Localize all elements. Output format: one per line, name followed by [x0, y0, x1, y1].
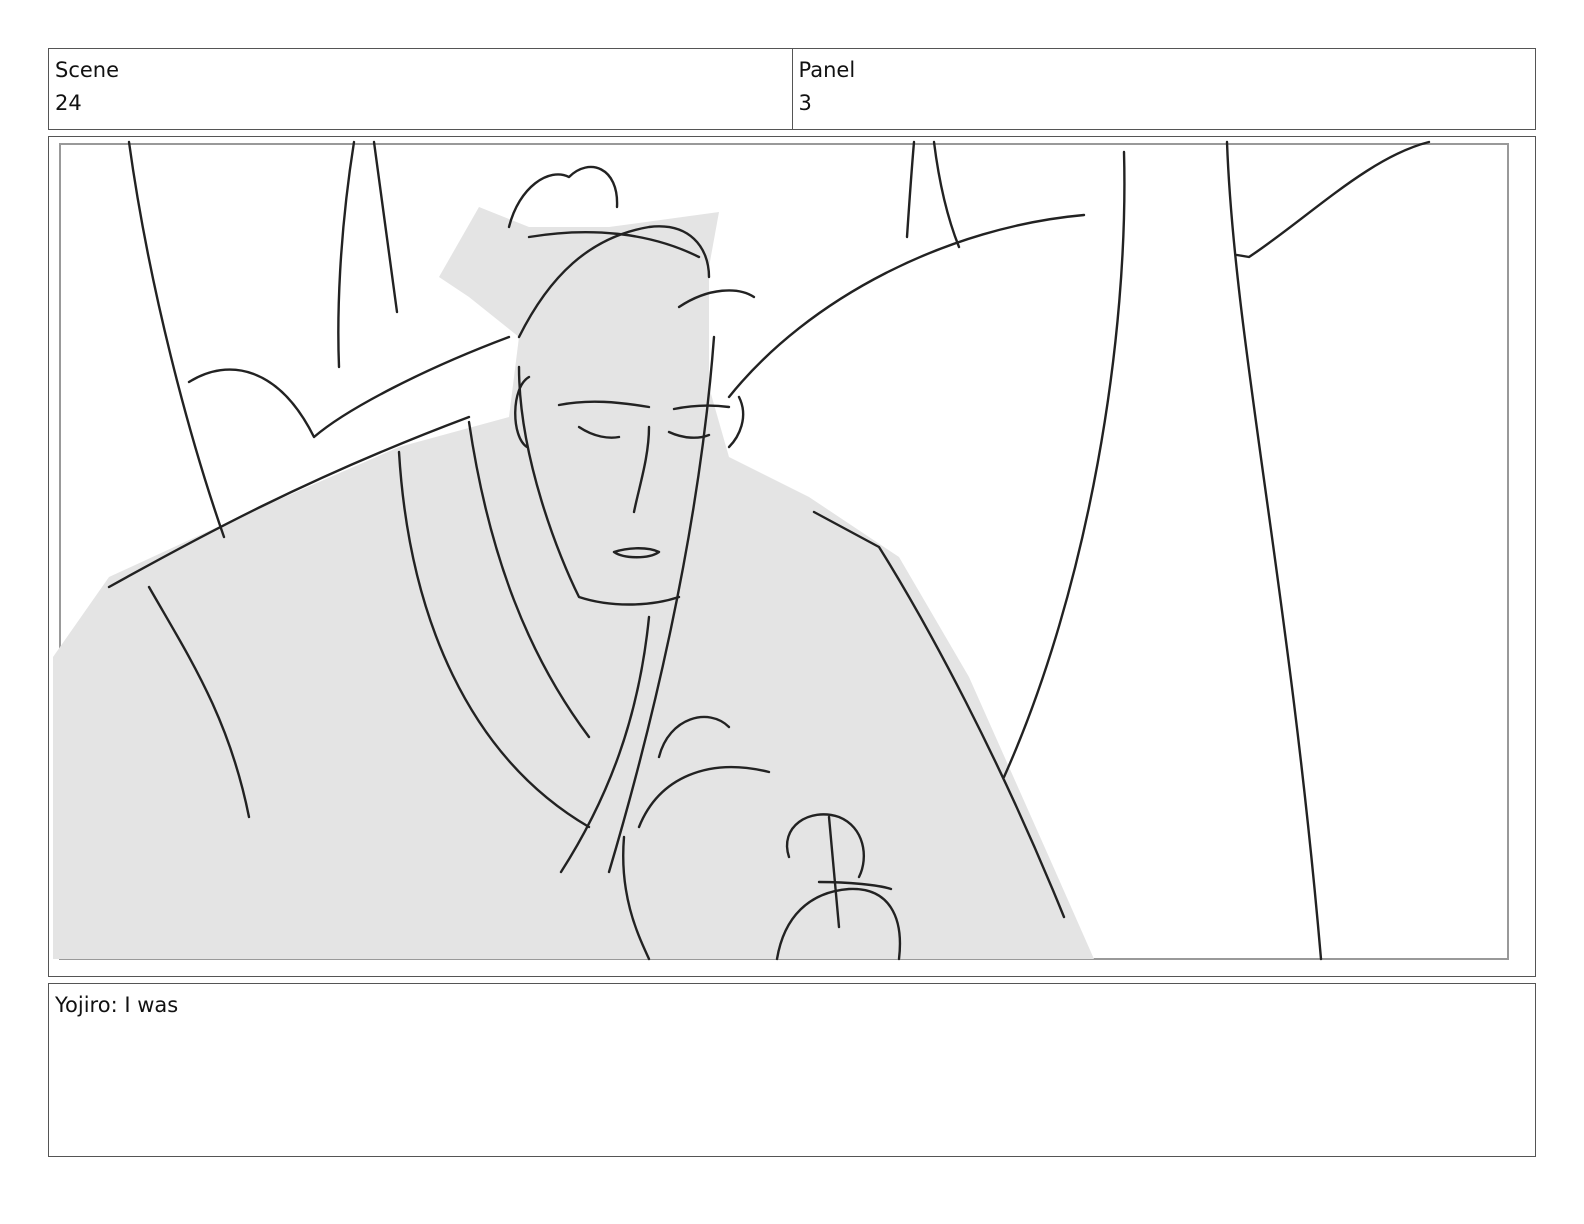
trunk-line	[127, 140, 226, 539]
storyboard-frame	[48, 136, 1536, 977]
hill-line	[187, 335, 511, 439]
scene-number: 24	[55, 91, 82, 115]
storyboard-sketch	[53, 140, 1509, 961]
trunk-line	[1225, 140, 1323, 961]
hill-line	[727, 213, 1086, 399]
trunk-line	[1002, 150, 1126, 779]
dialogue-caption: Yojiro: I was	[48, 983, 1536, 1157]
scene-label: Scene	[55, 58, 120, 82]
panel-number: 3	[798, 91, 812, 115]
trunk-line	[337, 140, 356, 369]
trunk-line	[932, 140, 961, 249]
hair-bun	[507, 165, 619, 229]
panel-header: Scene 24 Panel 3	[48, 48, 1536, 130]
dialogue-text: Yojiro: I was	[55, 993, 179, 1017]
ear-line	[727, 395, 745, 449]
panel-cell: Panel 3	[791, 49, 1536, 129]
trunk-line	[372, 140, 399, 314]
branch-line	[1235, 140, 1431, 259]
trunk-line	[905, 140, 916, 239]
scene-cell: Scene 24	[49, 49, 792, 129]
panel-label: Panel	[798, 58, 856, 82]
